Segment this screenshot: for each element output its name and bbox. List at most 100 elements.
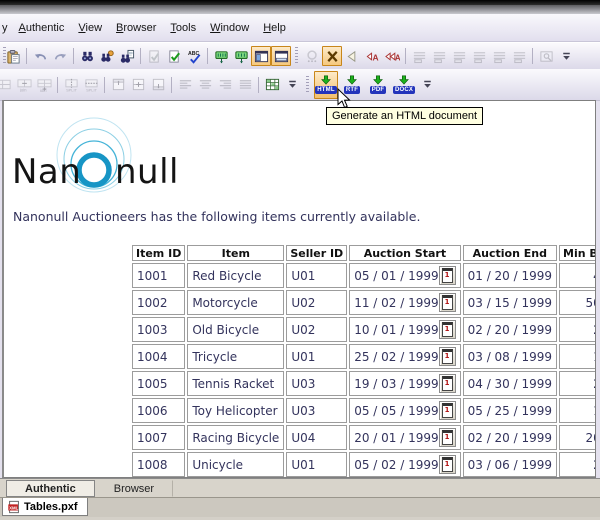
table-cell[interactable]: 10 / 01 / 19991 [349,317,460,342]
find-in-files-icon[interactable] [117,46,137,66]
date-picker-button[interactable]: 1 [439,293,456,312]
toolbar-grip[interactable] [306,76,309,94]
table-cell[interactable]: 1006 [132,398,185,423]
row-op-icon[interactable] [489,46,509,66]
export-docx-button[interactable]: DOCX [392,71,416,99]
menu-clipped[interactable]: y [0,19,12,37]
date-picker-button[interactable]: 1 [439,374,456,393]
row-op-icon[interactable] [429,46,449,66]
table-cell[interactable]: Racing Bicycle [187,425,284,450]
date-value[interactable]: 25 / 02 / 1999 [354,350,438,364]
print-preview-icon[interactable] [536,46,556,66]
table-cell[interactable]: 20 / 01 / 19991 [349,425,460,450]
table-cell[interactable]: U02 [286,290,347,315]
menu-help[interactable]: Help [256,19,293,37]
cell-top-icon[interactable] [108,75,128,95]
table-cell[interactable]: 05 / 02 / 19991 [349,452,460,477]
collapse-aa-icon[interactable]: A [382,46,402,66]
date-value[interactable]: 11 / 02 / 1999 [354,296,438,310]
validate-icon[interactable] [144,46,164,66]
view-tab-authentic[interactable]: Authentic [6,480,95,497]
table-cell[interactable]: 1008 [132,452,185,477]
table-cell[interactable]: Tricycle [187,344,284,369]
date-value[interactable]: 05 / 05 / 1999 [354,404,438,418]
collapse-a-icon[interactable]: A [362,46,382,66]
table-partial-icon[interactable] [0,75,14,95]
menu-view[interactable]: View [71,19,109,37]
date-value[interactable]: 19 / 03 / 1999 [354,377,438,391]
table-cell[interactable]: 11 / 02 / 19991 [349,290,460,315]
find-icon[interactable] [77,46,97,66]
table-cell[interactable]: 05 / 05 / 19991 [349,398,460,423]
date-picker-button[interactable]: 1 [439,455,456,474]
table-cell[interactable]: 02 / 20 / 1999 [463,317,557,342]
table-cell[interactable]: 05 / 25 / 1999 [463,398,557,423]
relationships-icon[interactable] [302,46,322,66]
overflow-icon[interactable] [417,75,437,95]
cell-middle-icon[interactable] [128,75,148,95]
row-op-icon[interactable] [509,46,529,66]
table-cell[interactable]: 200 [559,425,596,450]
row-op-icon[interactable] [409,46,429,66]
table-cell[interactable]: U03 [286,398,347,423]
table-cell[interactable]: Old Bicycle [187,317,284,342]
table-properties-icon[interactable] [262,75,282,95]
export-html-button[interactable]: HTML [314,71,338,99]
table-cell[interactable]: 25 [559,317,596,342]
table-cell[interactable]: U04 [286,425,347,450]
table-cell[interactable]: 40 [559,263,596,288]
date-picker-button[interactable]: 1 [439,266,456,285]
date-picker-button[interactable]: 1 [439,347,456,366]
align-left-icon[interactable] [175,75,195,95]
hide-markup-icon[interactable] [322,46,342,66]
align-center-icon[interactable] [195,75,215,95]
table-cell[interactable]: 20 [559,371,596,396]
join-cells-icon[interactable]: join [14,75,34,95]
find-next-icon[interactable] [97,46,117,66]
document-tab[interactable]: XMLTables.pxf [2,498,88,516]
table-cell[interactable]: 1002 [132,290,185,315]
db-display-2-icon[interactable] [231,46,251,66]
table-cell[interactable]: Tennis Racket [187,371,284,396]
table-cell[interactable]: 1004 [132,344,185,369]
menu-window[interactable]: Window [203,19,256,37]
table-cell[interactable]: 1007 [132,425,185,450]
table-cell[interactable]: 19 / 03 / 19991 [349,371,460,396]
toolbar-grip[interactable] [295,47,298,65]
table-cell[interactable]: 25 / 02 / 19991 [349,344,460,369]
table-cell[interactable]: 25 [559,452,596,477]
table-cell[interactable]: 03 / 15 / 1999 [463,290,557,315]
table-cell[interactable]: 04 / 30 / 1999 [463,371,557,396]
undo-icon[interactable] [30,46,50,66]
intro-paragraph[interactable]: Nanonull Auctioneers has the following i… [13,209,420,224]
align-right-icon[interactable] [215,75,235,95]
menu-authentic[interactable]: Authentic [12,19,72,37]
table-cell[interactable]: 03 / 06 / 1999 [463,452,557,477]
table-cell[interactable]: 02 / 20 / 1999 [463,425,557,450]
overflow-icon[interactable] [556,46,576,66]
project-window-toggle-icon[interactable] [251,46,271,66]
collapse-left-icon[interactable] [342,46,362,66]
table-cell[interactable]: U03 [286,371,347,396]
validate-ok-icon[interactable] [164,46,184,66]
table-cell[interactable]: Unicycle [187,452,284,477]
table-cell[interactable]: U01 [286,344,347,369]
table-cell[interactable]: 1001 [132,263,185,288]
table-cell[interactable]: 05 / 01 / 19991 [349,263,460,288]
menu-tools[interactable]: Tools [163,19,203,37]
table-cell[interactable]: 03 / 08 / 1999 [463,344,557,369]
table-cell[interactable]: 01 / 20 / 1999 [463,263,557,288]
split-vertical-icon[interactable]: SPLIT [81,75,101,95]
table-cell[interactable]: U01 [286,263,347,288]
table-cell[interactable]: 10 [559,398,596,423]
table-cell[interactable]: Toy Helicopter [187,398,284,423]
date-picker-button[interactable]: 1 [439,320,456,339]
split-horizontal-icon[interactable]: SPLIT [61,75,81,95]
db-display-1-icon[interactable] [211,46,231,66]
table-cell[interactable]: 15 [559,344,596,369]
row-op-icon[interactable] [469,46,489,66]
export-pdf-button[interactable]: PDF [366,71,390,99]
cell-bottom-icon[interactable] [148,75,168,95]
info-window-toggle-icon[interactable] [271,46,291,66]
join-table-icon[interactable]: join [34,75,54,95]
